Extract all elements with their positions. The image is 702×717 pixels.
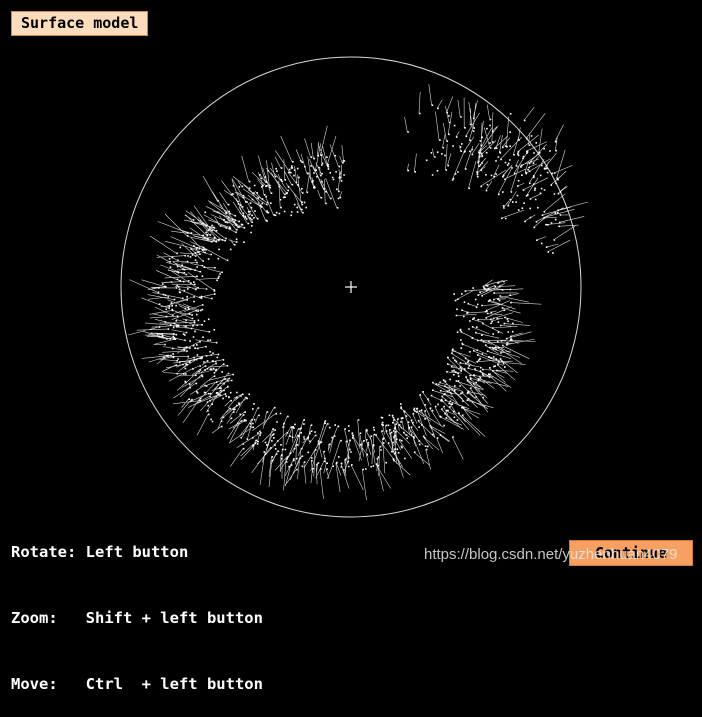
help-move: Move: Ctrl + left button <box>11 675 263 693</box>
normal-lines <box>128 84 588 500</box>
surface-model-normals <box>128 84 588 500</box>
help-text: Rotate: Left button Zoom: Shift + left b… <box>11 497 263 717</box>
surface-model-viewport[interactable] <box>0 0 702 576</box>
crosshair-icon <box>345 281 357 293</box>
surface-points <box>156 104 562 471</box>
help-rotate: Rotate: Left button <box>11 543 189 561</box>
continue-button[interactable]: Continue <box>569 540 693 566</box>
title-badge: Surface model <box>11 11 149 36</box>
help-zoom: Zoom: Shift + left button <box>11 609 263 627</box>
